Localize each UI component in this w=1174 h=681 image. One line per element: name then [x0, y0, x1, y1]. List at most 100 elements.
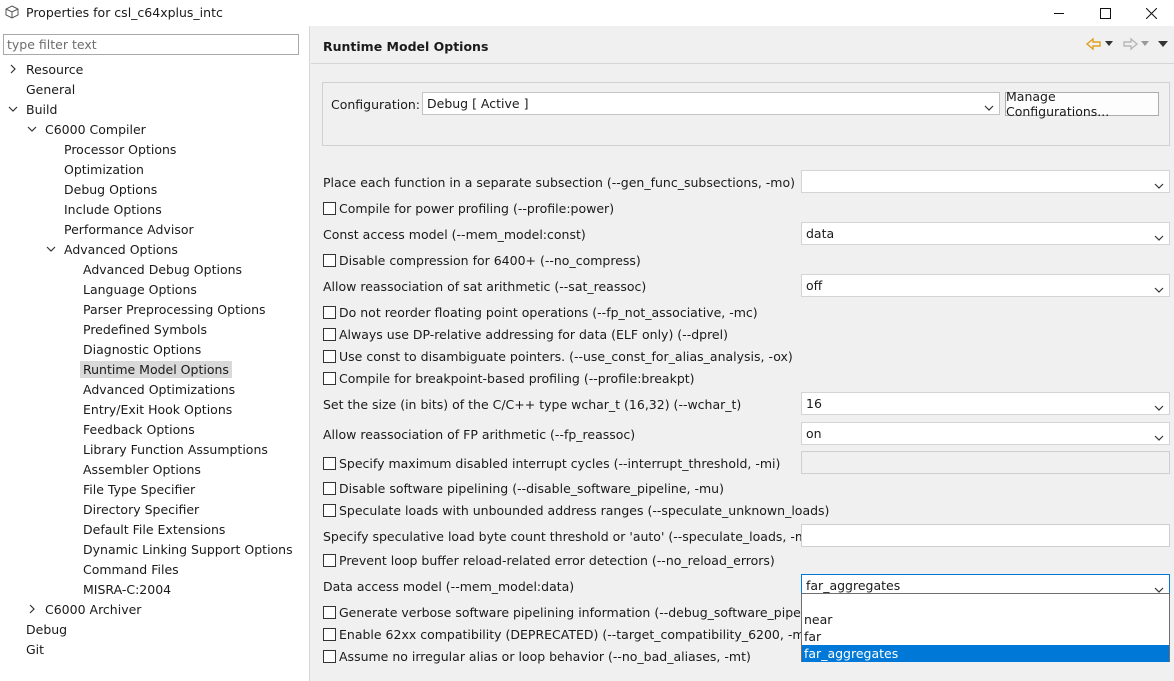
- tree-item[interactable]: Debug: [23, 619, 70, 639]
- option-checkbox-row[interactable]: Compile for power profiling (--profile:p…: [323, 201, 614, 216]
- tree-item[interactable]: C6000 Archiver: [42, 599, 144, 619]
- forward-arrow-icon[interactable]: [1122, 37, 1138, 51]
- option-checkbox-row[interactable]: Specify maximum disabled interrupt cycle…: [323, 456, 780, 471]
- option-label: Use const to disambiguate pointers. (--u…: [339, 349, 793, 364]
- tree-item-label: MISRA-C:2004: [83, 581, 172, 597]
- dropdown-option[interactable]: near: [802, 611, 1169, 628]
- chevron-down-icon[interactable]: [46, 244, 56, 254]
- manage-configurations-button[interactable]: Manage Configurations...: [1005, 89, 1159, 119]
- option-checkbox-row[interactable]: Do not reorder floating point operations…: [323, 305, 758, 320]
- nav-toolbar: [1086, 37, 1168, 51]
- checkbox[interactable]: [323, 254, 336, 267]
- checkbox[interactable]: [323, 504, 336, 517]
- checkbox[interactable]: [323, 306, 336, 319]
- tree-item-label: Command Files: [83, 561, 179, 577]
- chevron-right-icon[interactable]: [8, 64, 18, 74]
- close-button[interactable]: [1128, 0, 1174, 26]
- tree-item[interactable]: Entry/Exit Hook Options: [80, 399, 235, 419]
- tree-item[interactable]: Optimization: [61, 159, 147, 179]
- tree-item[interactable]: Advanced Optimizations: [80, 379, 238, 399]
- option-select[interactable]: data: [801, 222, 1170, 245]
- chevron-down-icon: [1154, 177, 1164, 192]
- title-bar: Properties for csl_c64xplus_intc: [0, 0, 1174, 26]
- tree-item[interactable]: Build: [23, 99, 60, 119]
- option-checkbox-row[interactable]: Use const to disambiguate pointers. (--u…: [323, 349, 793, 364]
- tree-item[interactable]: File Type Specifier: [80, 479, 198, 499]
- tree-item[interactable]: C6000 Compiler: [42, 119, 149, 139]
- option-checkbox-row[interactable]: Assume no irregular alias or loop behavi…: [323, 649, 751, 664]
- tree-item[interactable]: Library Function Assumptions: [80, 439, 271, 459]
- tree-item[interactable]: Include Options: [61, 199, 165, 219]
- tree-item[interactable]: Feedback Options: [80, 419, 198, 439]
- forward-menu-chevron-icon[interactable]: [1141, 41, 1149, 47]
- tree-item-label: Build: [26, 101, 58, 117]
- option-checkbox-row[interactable]: Always use DP-relative addressing for da…: [323, 327, 728, 342]
- tree-item[interactable]: Default File Extensions: [80, 519, 228, 539]
- checkbox[interactable]: [323, 628, 336, 641]
- chevron-down-icon: [1154, 399, 1164, 414]
- checkbox[interactable]: [323, 482, 336, 495]
- option-checkbox-row[interactable]: Disable compression for 6400+ (--no_comp…: [323, 253, 641, 268]
- tree-item[interactable]: Predefined Symbols: [80, 319, 210, 339]
- tree-item[interactable]: Advanced Options: [61, 239, 181, 259]
- dropdown-option[interactable]: [802, 594, 1169, 611]
- tree-item[interactable]: Processor Options: [61, 139, 179, 159]
- option-checkbox-row[interactable]: Compile for breakpoint-based profiling (…: [323, 371, 695, 386]
- tree-item[interactable]: Git: [23, 639, 47, 659]
- chevron-down-icon[interactable]: [8, 104, 18, 114]
- tree-item[interactable]: Language Options: [80, 279, 200, 299]
- option-select-value: data: [806, 226, 835, 241]
- checkbox[interactable]: [323, 606, 336, 619]
- window-title: Properties for csl_c64xplus_intc: [26, 5, 223, 20]
- checkbox[interactable]: [323, 650, 336, 663]
- back-arrow-icon[interactable]: [1086, 37, 1102, 51]
- tree-item[interactable]: Resource: [23, 59, 86, 79]
- dropdown-option[interactable]: far: [802, 628, 1169, 645]
- option-select[interactable]: [801, 170, 1170, 193]
- option-text-field[interactable]: [801, 524, 1170, 547]
- tree-item[interactable]: Advanced Debug Options: [80, 259, 245, 279]
- tree-item[interactable]: Assembler Options: [80, 459, 204, 479]
- option-select-value: 16: [806, 396, 822, 411]
- tree-item[interactable]: Directory Specifier: [80, 499, 202, 519]
- checkbox[interactable]: [323, 350, 336, 363]
- tree-item-label: Predefined Symbols: [83, 321, 207, 337]
- tree-item-label: Optimization: [64, 161, 144, 177]
- chevron-down-icon[interactable]: [27, 124, 37, 134]
- option-checkbox-row[interactable]: Speculate loads with unbounded address r…: [323, 503, 829, 518]
- configuration-select[interactable]: Debug [ Active ]: [422, 92, 1000, 115]
- checkbox[interactable]: [323, 457, 336, 470]
- option-checkbox-row[interactable]: Prevent loop buffer reload-related error…: [323, 553, 775, 568]
- tree-item[interactable]: Parser Preprocessing Options: [80, 299, 269, 319]
- dropdown-option[interactable]: far_aggregates: [802, 645, 1169, 662]
- checkbox[interactable]: [323, 328, 336, 341]
- option-select[interactable]: 16: [801, 392, 1170, 415]
- option-select[interactable]: off: [801, 274, 1170, 297]
- option-select[interactable]: on: [801, 422, 1170, 445]
- option-text-field-disabled: [801, 451, 1170, 474]
- tree-item[interactable]: Runtime Model Options: [80, 359, 232, 379]
- checkbox[interactable]: [323, 554, 336, 567]
- tree-item[interactable]: Dynamic Linking Support Options: [80, 539, 296, 559]
- option-checkbox-row[interactable]: Enable 62xx compatibility (DEPRECATED) (…: [323, 627, 817, 642]
- maximize-button[interactable]: [1082, 0, 1128, 26]
- tree-item-label: Advanced Optimizations: [83, 381, 236, 397]
- option-checkbox-row[interactable]: Disable software pipelining (--disable_s…: [323, 481, 724, 496]
- checkbox[interactable]: [323, 372, 336, 385]
- checkbox[interactable]: [323, 202, 336, 215]
- tree-item-label: Debug Options: [64, 181, 158, 197]
- minimize-button[interactable]: [1036, 0, 1082, 26]
- option-checkbox-row[interactable]: Generate verbose software pipelining inf…: [323, 605, 836, 620]
- option-label: Allow reassociation of sat arithmetic (-…: [323, 279, 647, 294]
- tree-item[interactable]: General: [23, 79, 78, 99]
- back-menu-chevron-icon[interactable]: [1105, 41, 1113, 47]
- tree-item[interactable]: MISRA-C:2004: [80, 579, 174, 599]
- tree-item-label: C6000 Compiler: [45, 121, 146, 137]
- tree-item[interactable]: Command Files: [80, 559, 182, 579]
- view-menu-icon[interactable]: [1158, 40, 1168, 48]
- tree-item[interactable]: Diagnostic Options: [80, 339, 204, 359]
- tree-item[interactable]: Debug Options: [61, 179, 160, 199]
- chevron-right-icon[interactable]: [27, 604, 37, 614]
- tree-item[interactable]: Performance Advisor: [61, 219, 197, 239]
- filter-input[interactable]: [3, 34, 299, 55]
